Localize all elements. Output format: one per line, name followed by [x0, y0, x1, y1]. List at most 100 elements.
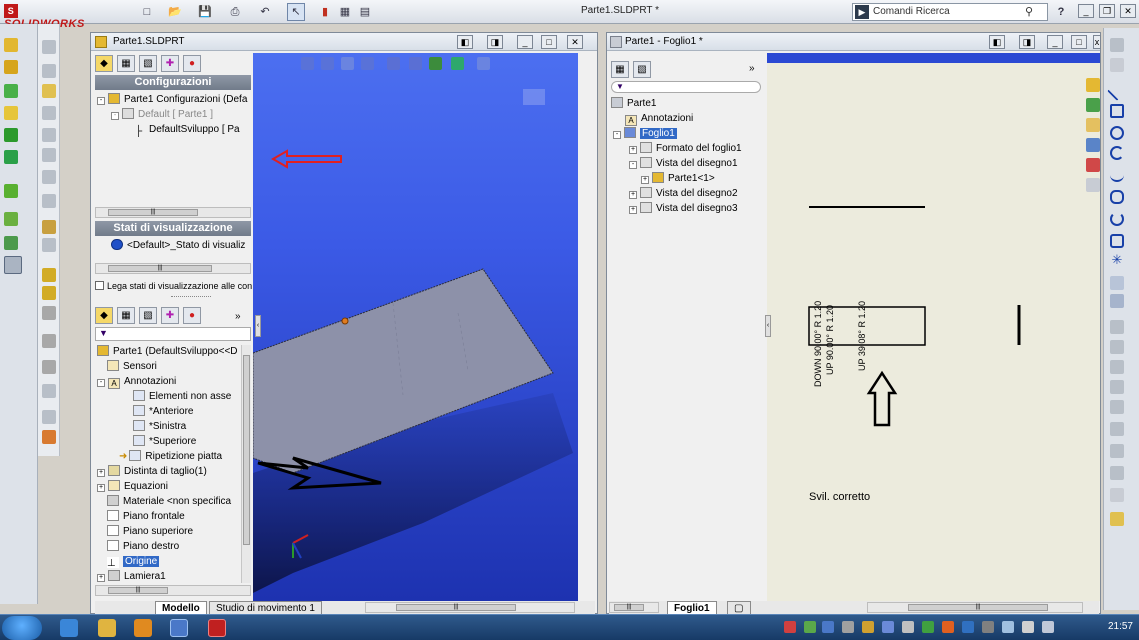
- hem-icon[interactable]: [42, 306, 56, 320]
- feature-manager-tab[interactable]: ◆: [95, 307, 113, 324]
- tree-item-selected[interactable]: - Foglio1: [613, 127, 677, 141]
- tray-icon[interactable]: [804, 621, 816, 633]
- window-close-button[interactable]: ✕: [567, 35, 583, 49]
- tray-icon[interactable]: [982, 621, 994, 633]
- new-icon[interactable]: □: [138, 3, 156, 21]
- horizontal-scrollbar[interactable]: |||: [95, 263, 251, 274]
- property-manager-tab[interactable]: ▦: [117, 55, 135, 72]
- autocad-taskbar-icon[interactable]: [170, 619, 188, 637]
- tab-modello[interactable]: Modello: [155, 601, 207, 615]
- jog-icon[interactable]: [42, 334, 56, 348]
- zoom-area-icon[interactable]: [321, 57, 334, 70]
- tree-item[interactable]: A Annotazioni: [625, 112, 693, 126]
- tree-item[interactable]: ├ DefaultSviluppo [ Pa: [135, 123, 240, 137]
- fold-icon[interactable]: [42, 384, 56, 398]
- line-icon[interactable]: [1107, 81, 1127, 101]
- open-icon[interactable]: 📂: [166, 3, 184, 21]
- horizontal-scrollbar[interactable]: |||: [365, 602, 575, 613]
- appearance-icon[interactable]: [42, 430, 56, 444]
- ellipse-icon[interactable]: [1110, 190, 1124, 204]
- tab-motion-study[interactable]: Studio di movimento 1: [209, 601, 322, 615]
- tree-item[interactable]: Parte1 (DefaultSviluppo<<D: [97, 345, 238, 359]
- sweep-icon[interactable]: [4, 84, 18, 98]
- restore-button[interactable]: ❐: [1099, 4, 1115, 18]
- tree-item[interactable]: + Vista del disegno2: [629, 187, 738, 201]
- dimxpert-tab[interactable]: ✚: [161, 55, 179, 72]
- display-style-icon[interactable]: [409, 57, 422, 70]
- sketch-icon[interactable]: [1110, 38, 1124, 52]
- revolve-icon[interactable]: [4, 60, 18, 74]
- dimxpert-tab[interactable]: ✚: [161, 307, 179, 324]
- expand-panel-icon[interactable]: »: [749, 63, 755, 74]
- volume-icon[interactable]: [1042, 621, 1054, 633]
- collapse-panel-handle[interactable]: ‹: [255, 315, 261, 337]
- tree-item[interactable]: Parte1: [611, 97, 656, 111]
- rebuild-icon[interactable]: ▮: [316, 3, 334, 21]
- design-library-icon[interactable]: [1086, 98, 1100, 112]
- apply-scene-icon[interactable]: [477, 57, 490, 70]
- configuration-manager-tab[interactable]: ▧: [139, 55, 157, 72]
- tree-item[interactable]: - A Annotazioni: [97, 375, 176, 389]
- tile-right-button[interactable]: ◨: [487, 35, 503, 49]
- convert-entities-icon[interactable]: [1110, 340, 1124, 354]
- loft-icon[interactable]: [4, 106, 18, 120]
- tray-icon[interactable]: [882, 621, 894, 633]
- splitter[interactable]: [171, 296, 211, 297]
- window-maximize-button[interactable]: □: [541, 35, 557, 49]
- tree-item[interactable]: *Sinistra: [133, 420, 186, 434]
- tab-foglio1[interactable]: Foglio1: [667, 601, 717, 615]
- fillet-sketch-icon[interactable]: [1110, 212, 1124, 226]
- tree-item[interactable]: - Default [ Parte1 ]: [111, 108, 213, 122]
- solidworks-taskbar-icon[interactable]: [208, 619, 226, 637]
- window-minimize-button[interactable]: _: [517, 35, 533, 49]
- sketch-icon[interactable]: [4, 256, 22, 274]
- shell-icon[interactable]: [42, 148, 56, 162]
- tree-item[interactable]: + Distinta di taglio(1): [97, 465, 207, 479]
- property-manager-tab[interactable]: ▦: [117, 307, 135, 324]
- vertical-scrollbar[interactable]: [241, 345, 251, 583]
- appearances-icon[interactable]: [1086, 158, 1100, 172]
- tray-icon[interactable]: [902, 621, 914, 633]
- property-manager-tab[interactable]: ▧: [633, 61, 651, 78]
- tile-right-button[interactable]: ◨: [1019, 35, 1035, 49]
- fillet-icon[interactable]: [42, 84, 56, 98]
- feature-gray-icon[interactable]: [42, 40, 56, 54]
- tray-icon[interactable]: [784, 621, 796, 633]
- smart-dimension-icon[interactable]: [1110, 58, 1124, 72]
- link-display-states-checkbox[interactable]: Lega stati di visualizzazione alle con: [95, 281, 253, 291]
- extrude-icon[interactable]: [4, 38, 18, 52]
- tree-item[interactable]: Sensori: [107, 360, 157, 374]
- chamfer-icon[interactable]: [42, 106, 56, 120]
- mirror-entities-icon[interactable]: [1110, 380, 1124, 394]
- tree-item[interactable]: Materiale <non specifica: [107, 495, 231, 509]
- tile-left-button[interactable]: ◧: [989, 35, 1005, 49]
- tree-item[interactable]: + Parte1<1>: [641, 172, 715, 186]
- curve-icon[interactable]: [42, 238, 56, 252]
- rib-icon[interactable]: [42, 128, 56, 142]
- pattern-icon[interactable]: [4, 184, 18, 198]
- horizontal-scrollbar[interactable]: |||: [95, 585, 251, 596]
- point-icon[interactable]: ✳: [1110, 253, 1124, 268]
- network-icon[interactable]: [1002, 621, 1014, 633]
- feature-manager-tab[interactable]: ▦: [611, 61, 629, 78]
- sheet-metal-icon[interactable]: [4, 128, 18, 142]
- tree-item[interactable]: + Equazioni: [97, 480, 168, 494]
- section-view-icon[interactable]: [361, 57, 374, 70]
- add-sheet-tab[interactable]: ▢: [727, 601, 751, 615]
- tree-item[interactable]: Piano superiore: [107, 525, 193, 539]
- filter-input[interactable]: ▼: [95, 327, 251, 341]
- centerline-icon[interactable]: [1110, 276, 1124, 290]
- tab-icon[interactable]: [42, 286, 56, 300]
- tree-item[interactable]: ➜ Ripetizione piatta: [119, 450, 222, 464]
- clock[interactable]: 21:57: [1108, 621, 1133, 632]
- media-player-icon[interactable]: [134, 619, 152, 637]
- undo-icon[interactable]: ↶: [256, 3, 274, 21]
- tree-item[interactable]: Piano destro: [107, 540, 179, 554]
- close-button[interactable]: ✕: [1120, 4, 1136, 18]
- unfold-icon[interactable]: [42, 360, 56, 374]
- sheet-metal-feature-icon[interactable]: [42, 268, 56, 282]
- tile-left-button[interactable]: ◧: [457, 35, 473, 49]
- tray-icon[interactable]: [842, 621, 854, 633]
- display-manager-tab[interactable]: ●: [183, 55, 201, 72]
- tray-icon[interactable]: [942, 621, 954, 633]
